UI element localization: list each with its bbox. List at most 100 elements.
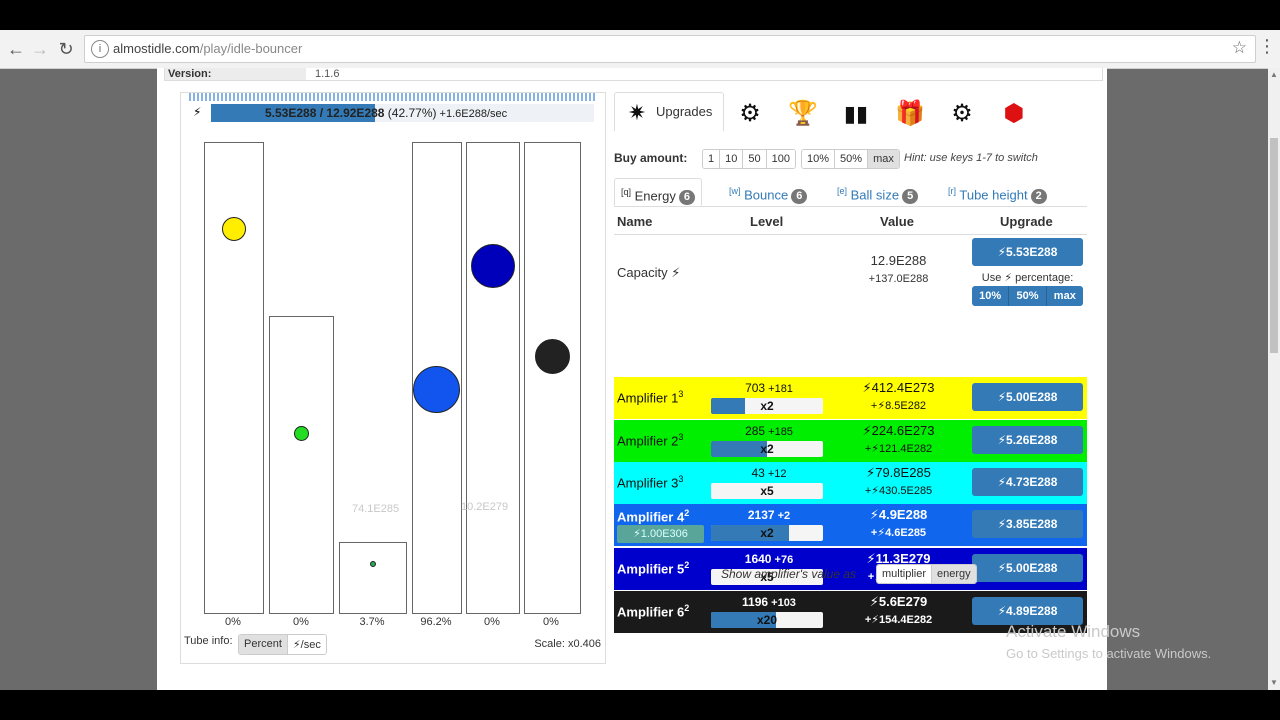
forward-icon[interactable]: →	[28, 37, 52, 61]
capacity-max-button[interactable]: max	[1047, 286, 1083, 306]
browser-toolbar: ← → ↻ i almostidle.com/play/idle-bouncer…	[0, 30, 1280, 69]
tube-2-label: 0%	[293, 616, 309, 628]
bookmark-star-icon[interactable]: ☆	[1232, 38, 1247, 58]
url-text[interactable]: almostidle.com/play/idle-bouncer	[113, 41, 302, 56]
info-icon[interactable]: i	[91, 40, 109, 58]
show-multiplier-button[interactable]: multiplier	[877, 565, 933, 583]
tube-3[interactable]	[339, 542, 407, 614]
buy-100-button[interactable]: 100	[766, 150, 795, 168]
subtab-bounce[interactable]: [w] Bounce 6	[729, 178, 808, 205]
tab-upgrades-label: Upgrades	[656, 104, 713, 119]
page-scrollbar[interactable]: ▲ ▼	[1268, 68, 1280, 690]
amplifier-level-plus: +103	[768, 597, 796, 609]
subtab-bounce-label: Bounce	[744, 187, 789, 203]
tube-6[interactable]	[524, 142, 581, 614]
amplifier-value: ⚡4.9E288	[869, 507, 928, 522]
amplifier-multiplier: x2	[760, 442, 774, 456]
amplifier-level-plus: +12	[764, 468, 787, 480]
capacity-pct-buttons: 10% 50% max	[972, 286, 1083, 306]
energy-sep: /	[316, 106, 327, 120]
tube-5[interactable]	[466, 142, 520, 614]
show-energy-button[interactable]: energy	[932, 565, 976, 583]
amplifier-level: 1640 +76	[709, 552, 829, 566]
amplifier-name: Amplifier 62	[617, 603, 689, 619]
subtab-energy[interactable]: [q] Energy 6	[614, 178, 702, 206]
trophy-icon[interactable]: 🏆	[787, 98, 819, 130]
tube-1[interactable]	[204, 142, 264, 614]
subtab-ball-size[interactable]: [e] Ball size 5	[837, 178, 919, 205]
tube-4-label: 96.2%	[420, 616, 452, 628]
amplifier-tier: 2	[684, 508, 690, 518]
amplifier-upgrade-button[interactable]: ⚡4.73E288	[972, 468, 1083, 496]
reload-icon[interactable]: ↻	[54, 37, 78, 61]
address-bar[interactable]: i almostidle.com/play/idle-bouncer ☆	[84, 35, 1256, 63]
amplifier-tier: 3	[678, 389, 684, 399]
tube-info-percent-button[interactable]: Percent	[239, 635, 288, 654]
buy-1-button[interactable]: 1	[703, 150, 721, 168]
show-value-label: Show amplifier's value as	[721, 567, 857, 581]
tube-3-ghost-value: 74.1E285	[352, 503, 400, 515]
buy-max-button[interactable]: max	[868, 150, 899, 168]
back-icon[interactable]: ←	[4, 37, 28, 61]
capacity-value: 12.9E288	[870, 253, 927, 268]
upgrades-icon: ✷	[627, 100, 647, 125]
amplifier-upgrade-button[interactable]: ⚡5.00E288	[972, 383, 1083, 411]
subtab-ball-size-label: Ball size	[850, 187, 900, 203]
amplifier-level-value: 43	[751, 466, 765, 480]
amplifier-upgrade-button[interactable]: ⚡5.00E288	[972, 554, 1083, 582]
buy-10-button[interactable]: 10	[720, 150, 744, 168]
stats-icon[interactable]: ▮▮	[840, 98, 872, 130]
energy-percent: (42.77%)	[384, 106, 437, 120]
buy-50pct-button[interactable]: 50%	[835, 150, 869, 168]
show-value-toggle: multiplier energy	[876, 564, 977, 584]
amplifier-upgrade-button[interactable]: ⚡5.26E288	[972, 426, 1083, 454]
buy-10pct-button[interactable]: 10%	[802, 150, 836, 168]
energy-current: 5.53E288	[265, 106, 317, 120]
browser-menu-icon[interactable]: ⋮	[1258, 36, 1276, 57]
upgrade-subtabs: [q] Energy 6 [w] Bounce 6 [e] Ball size 5 […	[614, 178, 1087, 207]
scroll-down-icon[interactable]: ▼	[1270, 678, 1278, 687]
tube-info-label: Tube info:	[184, 635, 233, 647]
header-name: Name	[617, 214, 653, 229]
amplifier-tier: 3	[678, 474, 684, 484]
capacity-10pct-button[interactable]: 10%	[972, 286, 1010, 306]
amplifier-level-plus: +76	[771, 554, 794, 566]
scroll-thumb[interactable]	[1270, 138, 1278, 353]
amplifier-level-plus: +2	[774, 510, 791, 522]
amplifier-name-text: Amplifier 5	[617, 561, 685, 577]
scroll-up-icon[interactable]: ▲	[1270, 70, 1278, 79]
amplifier-tier: 2	[684, 560, 690, 570]
machine-icon[interactable]: ⚙	[734, 98, 766, 130]
amplifier-name-text: Amplifier 1	[617, 390, 679, 406]
amplifier-level-plus: +181	[765, 383, 793, 395]
subtab-energy-badge: 6	[678, 190, 695, 206]
amplifier-upgrade-button[interactable]: ⚡3.85E288	[972, 510, 1083, 538]
buy-percent-group: 10% 50% max	[801, 149, 900, 169]
header-value: Value	[880, 214, 914, 229]
amplifier-disabled-cost-button[interactable]: ⚡1.00E306	[617, 525, 704, 543]
amplifier-row: Amplifier 23 285 +185 x2 ⚡224.6E273 +⚡121.4E…	[614, 420, 1087, 463]
energy-text: 5.53E288 / 12.92E288 (42.77%) +1.6E288/s…	[265, 106, 507, 120]
amplifier-level-value: 1640	[744, 552, 772, 566]
ball-yellow	[222, 217, 246, 241]
buy-50-button[interactable]: 50	[743, 150, 767, 168]
amplifier-row: Amplifier 13 703 +181 x2 ⚡412.4E273 +⚡8.5E28…	[614, 377, 1087, 420]
tube-2[interactable]	[269, 316, 334, 614]
activate-windows-subtitle: Go to Settings to activate Windows.	[1006, 646, 1212, 661]
gem-icon[interactable]: ⬢	[998, 98, 1030, 130]
capacity-upgrade-button[interactable]: ⚡5.53E288	[972, 238, 1083, 266]
tab-upgrades[interactable]: ✷ Upgrades	[614, 92, 724, 131]
tube-info-persec-button[interactable]: ⚡/sec	[287, 635, 326, 654]
amplifier-delta: +⚡4.6E285	[870, 527, 927, 539]
capacity-50pct-button[interactable]: 50%	[1009, 286, 1047, 306]
header-level: Level	[750, 214, 784, 229]
amplifier-level: 2137 +2	[709, 508, 829, 522]
use-percentage-label: Use ⚡ percentage:	[981, 272, 1074, 284]
amplifier-name: Amplifier 23	[617, 432, 683, 448]
settings-icon[interactable]: ⚙	[946, 98, 978, 130]
gift-icon[interactable]: 🎁	[894, 98, 926, 130]
version-row: Version: 1.1.6	[164, 68, 1103, 81]
amplifier-upgrade-button[interactable]: ⚡4.89E288	[972, 597, 1083, 625]
subtab-tube-height[interactable]: [r] Tube height 2	[948, 178, 1047, 205]
energy-bar: 5.53E288 / 12.92E288 (42.77%) +1.6E288/s…	[211, 104, 594, 122]
